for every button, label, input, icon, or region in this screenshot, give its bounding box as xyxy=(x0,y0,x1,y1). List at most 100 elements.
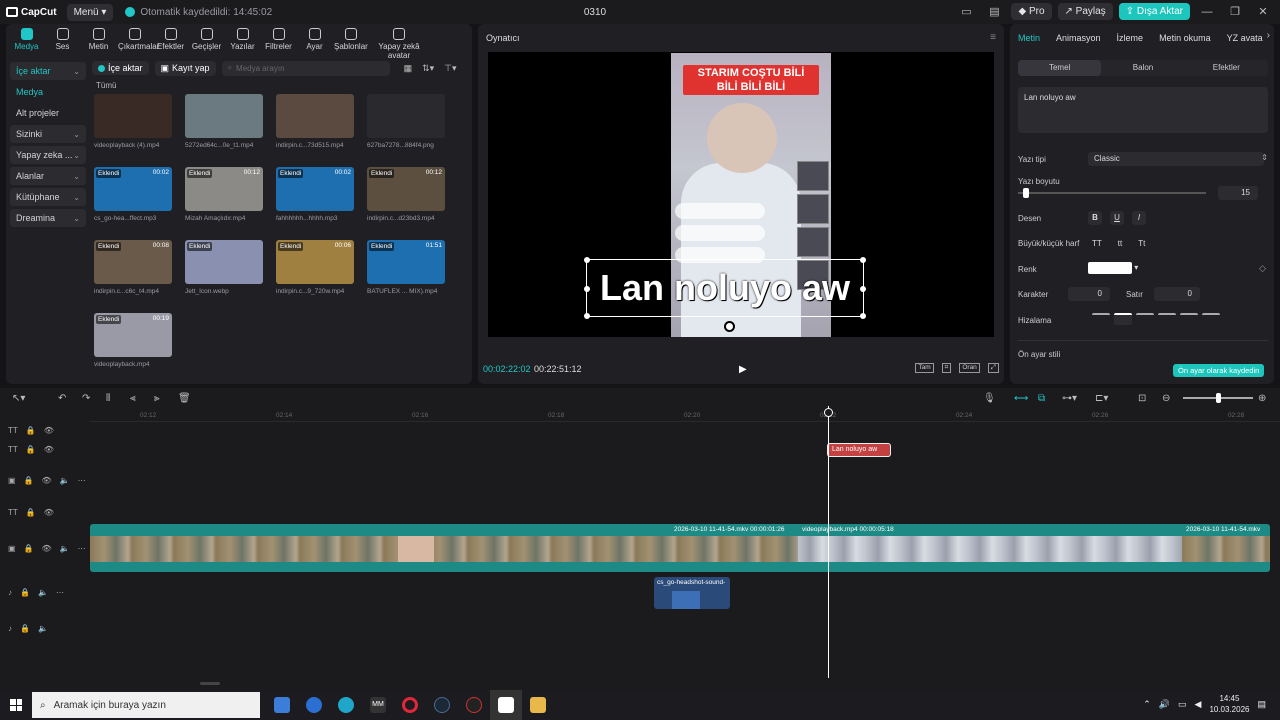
zoom-in-icon[interactable]: ⊕ xyxy=(1258,393,1266,404)
character-spacing-input[interactable]: 0 xyxy=(1068,287,1110,301)
inspector-subtab[interactable]: Balon xyxy=(1101,60,1184,76)
resize-handle[interactable] xyxy=(584,257,590,263)
notification-icon[interactable]: ▤ xyxy=(1257,699,1266,710)
align-center-icon[interactable] xyxy=(1114,313,1132,325)
underline-button[interactable]: U xyxy=(1110,211,1124,225)
resize-handle[interactable] xyxy=(584,286,590,292)
time-ruler[interactable]: 02:1202:1402:1602:1802:2002:2202:2402:26… xyxy=(90,410,1280,422)
tab-templates[interactable]: Şablonlar xyxy=(334,28,368,60)
eye-icon[interactable]: 👁 xyxy=(42,544,52,553)
fullscreen-quality-button[interactable]: Tam xyxy=(915,363,934,373)
media-item[interactable]: Eklendi 00:19 videoplayback.mp4 xyxy=(94,313,174,368)
taskbar-steam-icon[interactable] xyxy=(426,690,458,720)
media-search-input[interactable]: ⌕ Medya arayın xyxy=(221,60,390,76)
align-left-icon[interactable] xyxy=(1092,313,1110,325)
inspector-subtab[interactable]: Temel xyxy=(1018,60,1102,76)
taskbar-app-icon[interactable] xyxy=(298,690,330,720)
sidebar-item[interactable]: Alanlar ⌄ xyxy=(10,167,86,185)
timeline-scrollbar[interactable] xyxy=(200,682,220,685)
ratio-button[interactable]: Oran xyxy=(959,363,980,373)
speaker-icon[interactable]: 🔈 xyxy=(38,588,48,597)
crop-icon[interactable]: ⌗ xyxy=(941,363,952,373)
media-item[interactable]: Eklendi 00:12 indirpin.c...d23bd3.mp4 xyxy=(367,167,447,222)
speaker-icon[interactable]: 🔈 xyxy=(38,624,48,633)
sidebar-item[interactable]: Dreamina ⌄ xyxy=(10,209,86,227)
eye-icon[interactable]: 👁 xyxy=(42,476,52,485)
sidebar-item[interactable]: İçe aktar ⌄ xyxy=(10,62,86,80)
playhead[interactable] xyxy=(828,406,829,678)
tab-ai-avatar[interactable]: Yapay zekâ avatar xyxy=(370,28,428,60)
sidebar-item[interactable]: Medya xyxy=(10,83,86,101)
clock[interactable]: 14:45 10.03.2026 xyxy=(1209,693,1249,715)
link-icon[interactable]: ⊶▾ xyxy=(1062,393,1077,404)
microphone-icon[interactable]: 🎙 xyxy=(983,393,996,404)
italic-button[interactable]: I xyxy=(1132,211,1146,225)
tab-audio[interactable]: Ses xyxy=(46,28,79,60)
preview-canvas[interactable]: STARIM COŞTU BİLİ BİLİ BİLİ BİLİ Lan nolu… xyxy=(488,52,994,337)
text-overlay-box[interactable]: Lan noluyo aw xyxy=(584,257,866,319)
align-vertical-icon[interactable] xyxy=(1180,313,1198,325)
font-stepper-icon[interactable]: ⇕ xyxy=(1261,153,1268,162)
inspector-tab[interactable]: İzleme xyxy=(1117,33,1144,43)
lock-icon[interactable]: 🔒 xyxy=(20,624,30,633)
playhead-handle[interactable] xyxy=(824,408,833,417)
tab-media[interactable]: Medya xyxy=(10,28,43,60)
media-item[interactable]: Eklendi 00:08 indirpin.c...c6c_t4.mp4 xyxy=(94,240,174,295)
sort-icon[interactable]: ⇅▾ xyxy=(422,63,434,74)
sidebar-item[interactable]: Kütüphane ⌄ xyxy=(10,188,86,206)
delete-icon[interactable]: 🗑 xyxy=(178,393,191,404)
audio-clip[interactable]: cs_go-headshot-sound- xyxy=(654,577,730,609)
network-icon[interactable]: ▭ xyxy=(1178,699,1187,710)
speaker-icon[interactable]: 🔊 xyxy=(1159,699,1170,710)
minimize-icon[interactable]: — xyxy=(1196,6,1218,18)
inspector-tab[interactable]: Metin okuma xyxy=(1159,33,1211,43)
eye-icon[interactable]: 👁 xyxy=(44,508,54,517)
resize-handle[interactable] xyxy=(860,286,866,292)
preview-axis-icon[interactable]: ⊏▾ xyxy=(1095,393,1108,404)
color-picker[interactable]: ▾ xyxy=(1088,262,1138,274)
tab-captions[interactable]: Yazılar xyxy=(226,28,259,60)
tab-filters[interactable]: Filtreler xyxy=(262,28,295,60)
inspector-tab[interactable]: Metin xyxy=(1018,33,1040,43)
more-icon[interactable]: ⋯ xyxy=(56,588,64,597)
text-content-input[interactable]: Lan noluyo aw xyxy=(1018,87,1268,133)
inspector-tab[interactable]: YZ avata xyxy=(1227,33,1263,43)
media-item[interactable]: videoplayback (4).mp4 xyxy=(94,94,174,149)
zoom-out-icon[interactable]: ⊖ xyxy=(1162,393,1170,404)
speaker-icon[interactable]: 🔈 xyxy=(60,476,70,485)
undo-icon[interactable]: ↶ xyxy=(58,393,66,404)
taskbar-search-input[interactable]: ⌕ Aramak için buraya yazın xyxy=(32,692,260,718)
lock-icon[interactable]: 🔒 xyxy=(26,445,36,454)
eye-icon[interactable]: 👁 xyxy=(44,426,54,435)
text-clip[interactable]: Lan noluyo aw xyxy=(827,443,891,457)
font-select[interactable]: Classic xyxy=(1088,152,1264,166)
resize-handle[interactable] xyxy=(860,313,866,319)
taskbar-opera-icon[interactable] xyxy=(394,690,426,720)
layout-icon[interactable]: ▭ xyxy=(955,5,977,18)
size-input[interactable]: 15 xyxy=(1218,186,1258,200)
media-item[interactable]: Eklendi 00:02 fahhhhhh...hhhh.mp3 xyxy=(276,167,356,222)
export-button[interactable]: ⇪ Dışa Aktar xyxy=(1118,3,1190,20)
tab-text[interactable]: Metin xyxy=(82,28,115,60)
menu-button[interactable]: Menü ▾ xyxy=(66,3,114,21)
start-button[interactable] xyxy=(0,690,32,720)
tab-effects[interactable]: Efektler xyxy=(154,28,187,60)
taskbar-edge-icon[interactable] xyxy=(330,690,362,720)
share-button[interactable]: ↗ Paylaş xyxy=(1057,3,1113,20)
size-slider[interactable] xyxy=(1018,192,1206,194)
taskbar-capcut-icon[interactable] xyxy=(490,690,522,720)
more-icon[interactable]: ⋯ xyxy=(78,476,86,485)
lock-icon[interactable]: 🔒 xyxy=(24,476,34,485)
rotate-handle-icon[interactable] xyxy=(724,321,735,332)
lock-icon[interactable]: 🔒 xyxy=(26,508,36,517)
filter-icon[interactable]: ⊤▾ xyxy=(444,63,456,74)
save-preset-button[interactable]: Ön ayar olarak kaydedin xyxy=(1173,364,1265,377)
lock-icon[interactable]: 🔒 xyxy=(20,588,30,597)
pro-button[interactable]: ◆ Pro xyxy=(1011,3,1052,20)
taskbar-app-icon[interactable] xyxy=(458,690,490,720)
grid-view-icon[interactable]: ▦ xyxy=(404,63,413,74)
tabs-next-icon[interactable]: › xyxy=(1267,30,1270,41)
expand-icon[interactable]: ⤢ xyxy=(987,363,999,373)
resize-handle[interactable] xyxy=(860,257,866,263)
media-item[interactable]: Eklendi 00:02 cs_go-hea...ffect.mp3 xyxy=(94,167,174,222)
